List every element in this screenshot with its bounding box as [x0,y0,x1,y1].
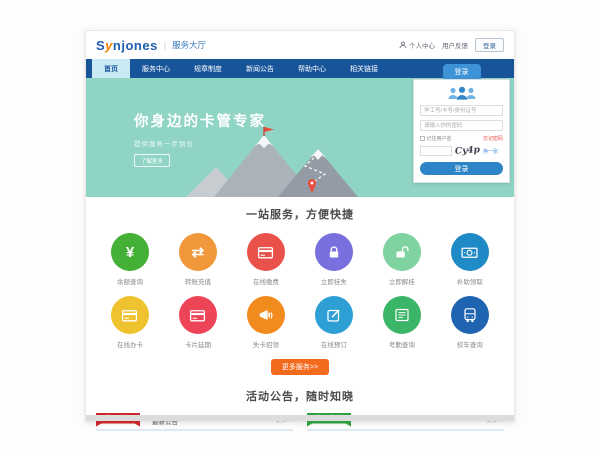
service-report-loss[interactable]: 立即挂失 [300,226,368,289]
password-input[interactable] [420,120,503,131]
service-card-extension[interactable]: 卡片延期 [164,289,232,352]
service-attendance-inquiry[interactable]: 考勤查询 [368,289,436,352]
nav-item-help[interactable]: 帮助中心 [286,59,338,78]
captcha-image: Cy4p [455,145,481,157]
service-online-payment[interactable]: 在线缴费 [232,226,300,289]
megaphone-icon [247,296,285,334]
service-online-card-apply[interactable]: 在线办卡 [96,289,164,352]
users-icon [445,86,479,101]
logo-divider: | [164,40,166,50]
captcha-input[interactable] [420,146,452,156]
header: Synjones | 服务大厅 个人中心 用户反馈 登录 [86,31,514,59]
logo-text: S [96,38,105,53]
user-icon [399,41,407,49]
unlock-icon [383,233,421,271]
login-submit-button[interactable]: 登录 [420,162,503,175]
card-icon [247,233,285,271]
site-name: 服务大厅 [172,39,206,51]
service-lost-card-found[interactable]: 失卡招领 [232,289,300,352]
service-balance-inquiry[interactable]: ¥ 余额查询 [96,226,164,289]
services-section: 一站服务，方便快捷 ¥ 余额查询 ⇄ 转账充值 在线缴费 [86,197,514,375]
service-subsidy-collect[interactable]: 补助领取 [436,226,504,289]
flag-icon [265,127,274,132]
remember-checkbox[interactable] [420,136,425,141]
flag-pole [263,127,264,136]
service-cancel-loss[interactable]: 立即解挂 [368,226,436,289]
bus-icon [451,296,489,334]
lock-icon [315,233,353,271]
banknote-icon [451,233,489,271]
personal-center-link[interactable]: 个人中心 [399,40,435,50]
services-grid: ¥ 余额查询 ⇄ 转账充值 在线缴费 立即挂失 [96,226,504,352]
logo-text-2: njones [113,38,158,53]
edit-icon [315,296,353,334]
personal-center-label: 个人中心 [409,40,435,50]
user-feedback-label: 用户反馈 [442,40,468,50]
card-icon [111,296,149,334]
remember-label: 记住用户名 [427,135,452,142]
nav-item-rules[interactable]: 规章制度 [182,59,234,78]
header-login-button[interactable]: 登录 [475,38,504,52]
list-icon [383,296,421,334]
remember-row: 记住用户名 忘记密码 [420,135,503,142]
captcha-refresh-link[interactable]: 换一张 [483,148,498,155]
username-input[interactable] [420,105,503,116]
page-cut-off-strip [86,415,514,421]
nav-item-news[interactable]: 新闻公告 [234,59,286,78]
login-form: 记住用户名 忘记密码 Cy4p 换一张 登录 [413,79,510,183]
yen-icon: ¥ [111,233,149,271]
announcements-title: 活动公告，随时知晓 [86,388,514,404]
nav-item-links[interactable]: 相关链接 [338,59,390,78]
mountain-illustration [186,127,371,197]
hero-cta-button[interactable]: 了解更多 [134,154,170,167]
login-panel: 登录 记住用户名 忘记密码 Cy4p 换一张 [413,64,510,183]
logo-accent: y [105,38,113,53]
nav-item-home[interactable]: 首页 [92,59,130,78]
nav-item-service-center[interactable]: 服务中心 [130,59,182,78]
portal-window: Synjones | 服务大厅 个人中心 用户反馈 登录 首页 服务中心 规章制… [85,30,515,422]
page-background: Synjones | 服务大厅 个人中心 用户反馈 登录 首页 服务中心 规章制… [0,0,600,450]
service-online-booking[interactable]: 在线预订 [300,289,368,352]
captcha-row: Cy4p 换一张 [420,146,503,156]
services-title: 一站服务，方便快捷 [86,206,514,222]
forgot-password-link[interactable]: 忘记密码 [483,135,503,142]
announcements-section: 活动公告，随时知晓 使用须知 最新公告 更多>> 使用指南 更多>> [86,388,514,431]
card-icon [179,296,217,334]
synjones-logo: Synjones [96,38,158,53]
service-school-bus-inquiry[interactable]: 校车查询 [436,289,504,352]
header-right: 个人中心 用户反馈 登录 [399,38,504,52]
transfer-icon: ⇄ [179,233,217,271]
user-feedback-link[interactable]: 用户反馈 [442,40,468,50]
service-transfer-recharge[interactable]: ⇄ 转账充值 [164,226,232,289]
more-services-button[interactable]: 更多服务>> [271,359,329,375]
login-tab[interactable]: 登录 [443,64,481,79]
